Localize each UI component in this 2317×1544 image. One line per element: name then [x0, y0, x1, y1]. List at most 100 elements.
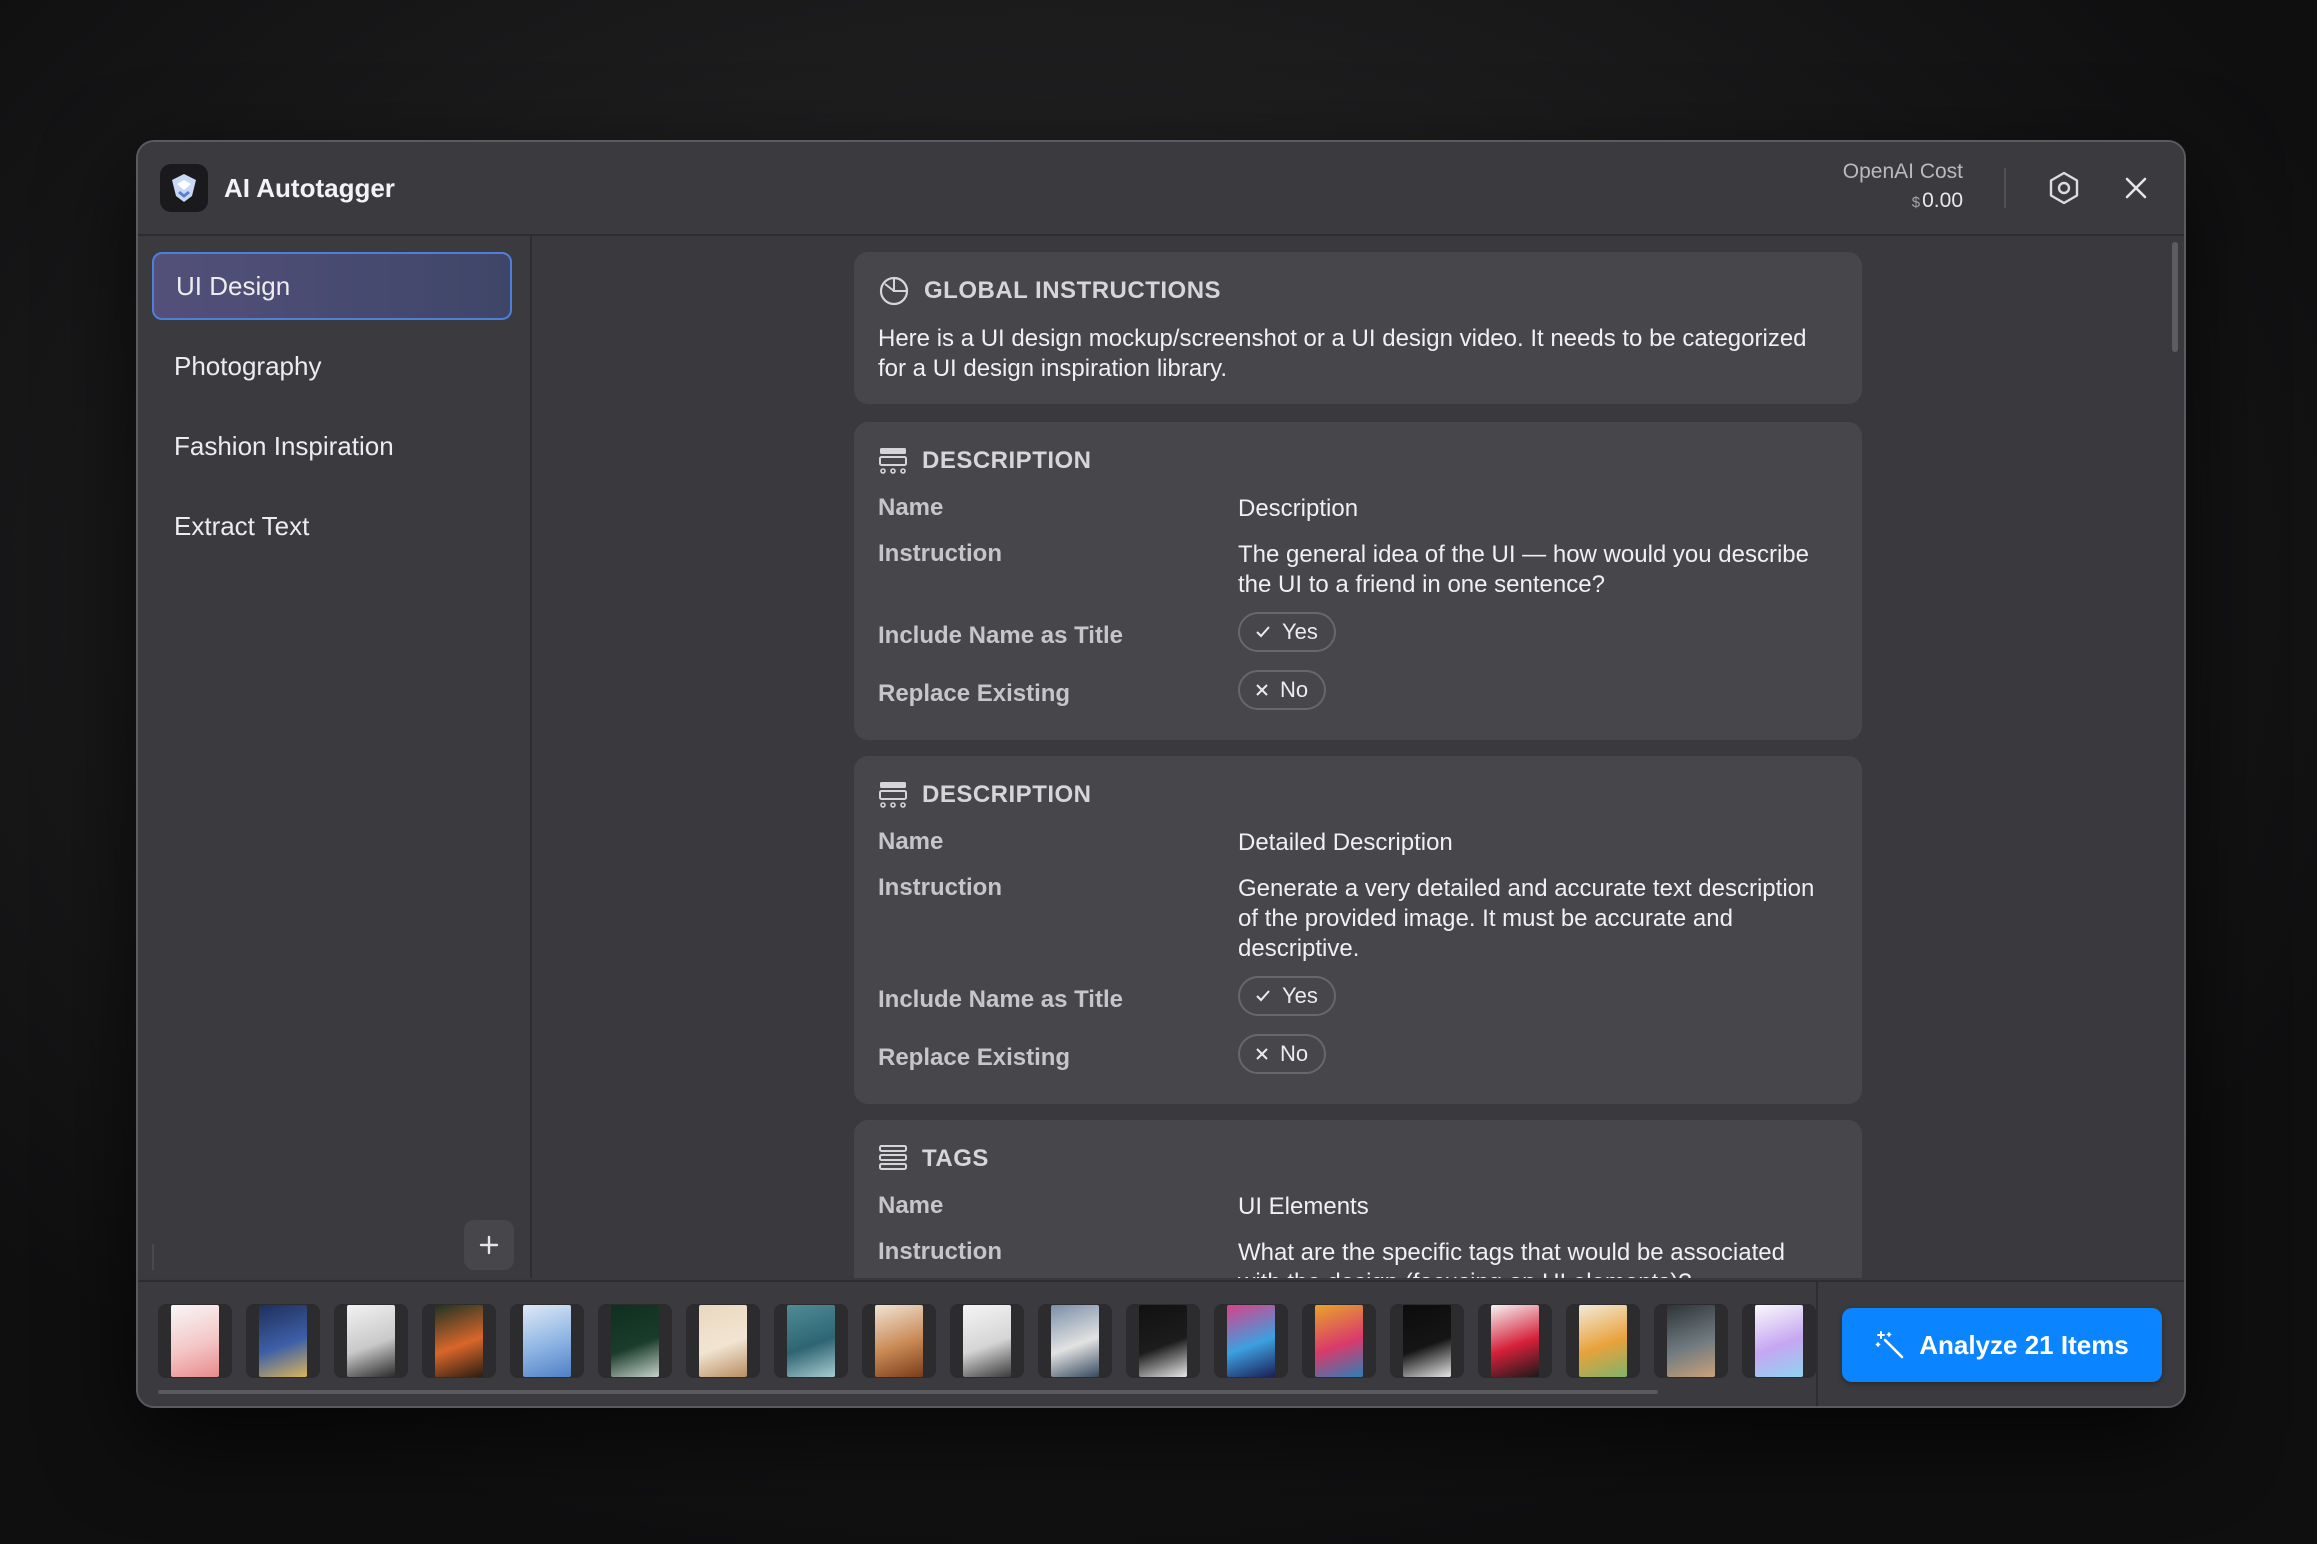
thumbnail-image [1051, 1305, 1099, 1377]
media-thumbnail[interactable] [510, 1304, 584, 1378]
check-icon [1256, 626, 1270, 638]
include-title-toggle[interactable]: Yes [1238, 612, 1336, 652]
bottom-bar: Analyze 21 Items [138, 1280, 2184, 1406]
app-logo-icon [160, 164, 208, 212]
analyze-button[interactable]: Analyze 21 Items [1842, 1308, 2162, 1382]
thumbnail-image [787, 1305, 835, 1377]
toggle-value: No [1280, 1041, 1309, 1066]
x-icon [1256, 684, 1268, 696]
thumbnail-image [699, 1305, 747, 1377]
card-title: TAGS [922, 1145, 989, 1172]
media-thumbnail[interactable] [950, 1304, 1024, 1378]
instruction-value: Generate a very detailed and accurate te… [1238, 875, 1815, 962]
media-thumbnail[interactable] [598, 1304, 672, 1378]
layout-list-icon [879, 1145, 907, 1170]
sidebar: UI Design Photography Fashion Inspiratio… [138, 236, 532, 1278]
media-thumbnail[interactable] [1742, 1304, 1816, 1378]
thumbnail-image [1491, 1305, 1539, 1377]
vertical-scrollbar[interactable] [2172, 242, 2178, 352]
include-title-toggle[interactable]: Yes [1238, 976, 1336, 1016]
thumbnail-image [171, 1305, 219, 1377]
replace-existing-label: Replace Existing [878, 1044, 1071, 1071]
app-title: AI Autotagger [224, 173, 395, 203]
thumbnail-image [875, 1305, 923, 1377]
include-title-label: Include Name as Title [878, 622, 1123, 649]
thumbnail-image [1227, 1305, 1275, 1377]
sidebar-divider [152, 1244, 154, 1270]
toggle-value: Yes [1282, 619, 1318, 644]
settings-button[interactable] [2040, 164, 2088, 212]
layout-list-icon [879, 448, 907, 474]
description-card: DESCRIPTION Name Description Instruction… [854, 422, 1862, 740]
thumbnail-image [611, 1305, 659, 1377]
title-bar: AI Autotagger OpenAI Cost $0.00 [138, 142, 2184, 236]
media-thumbnail[interactable] [1126, 1304, 1200, 1378]
sidebar-item-label: Extract Text [174, 510, 310, 541]
thumbnail-image [1667, 1305, 1715, 1377]
toggle-value: Yes [1282, 983, 1318, 1008]
add-preset-button[interactable] [464, 1220, 514, 1270]
global-instructions-card: GLOBAL INSTRUCTIONS Here is a UI design … [854, 252, 1862, 404]
clock-globe-icon [879, 276, 909, 306]
layout-list-icon [879, 782, 907, 808]
media-thumbnail[interactable] [334, 1304, 408, 1378]
thumbnail-image [1579, 1305, 1627, 1377]
global-instructions-text: Here is a UI design mockup/screenshot or… [878, 325, 1807, 382]
thumbnail-image [259, 1305, 307, 1377]
thumbnail-image [435, 1305, 483, 1377]
header-divider [2004, 168, 2006, 208]
x-icon [1256, 1048, 1268, 1060]
openai-cost-label: OpenAI Cost [1842, 160, 1963, 183]
media-thumbnail[interactable] [1302, 1304, 1376, 1378]
replace-existing-toggle[interactable]: No [1238, 1034, 1327, 1074]
toggle-value: No [1280, 677, 1309, 702]
media-thumbnail[interactable] [246, 1304, 320, 1378]
thumbnail-image [1139, 1305, 1187, 1377]
thumbnail-image [1755, 1305, 1803, 1377]
horizontal-scrollbar[interactable] [158, 1390, 1658, 1394]
replace-existing-label: Replace Existing [878, 680, 1071, 707]
media-thumbnail[interactable] [774, 1304, 848, 1378]
bottom-divider [1816, 1282, 1818, 1406]
close-icon [2125, 177, 2147, 199]
media-thumbnail[interactable] [1654, 1304, 1728, 1378]
sidebar-item-extract-text[interactable]: Extract Text [152, 492, 512, 560]
media-thumbnail[interactable] [158, 1304, 232, 1378]
name-label: Name [878, 1192, 944, 1219]
thumbnail-image [523, 1305, 571, 1377]
media-thumbnail[interactable] [1390, 1304, 1464, 1378]
name-label: Name [878, 828, 944, 855]
media-thumbnail[interactable] [1478, 1304, 1552, 1378]
instruction-label: Instruction [878, 874, 1002, 901]
thumbnail-strip[interactable] [158, 1304, 1818, 1380]
close-button[interactable] [2112, 164, 2160, 212]
thumbnail-image [1403, 1305, 1451, 1377]
sidebar-item-label: UI Design [176, 270, 291, 301]
thumbnail-image [963, 1305, 1011, 1377]
cost-amount: 0.00 [1922, 189, 1963, 212]
check-icon [1256, 990, 1270, 1002]
tags-card: TAGS Name UI Elements Instruction What a… [854, 1120, 1862, 1278]
thumbnail-image [1315, 1305, 1363, 1377]
sidebar-item-photography[interactable]: Photography [152, 332, 512, 400]
instruction-value: What are the specific tags that would be… [1238, 1239, 1785, 1278]
media-thumbnail[interactable] [1214, 1304, 1288, 1378]
name-label: Name [878, 494, 944, 521]
sidebar-item-fashion-inspiration[interactable]: Fashion Inspiration [152, 412, 512, 480]
analyze-button-label: Analyze 21 Items [1919, 1329, 2129, 1360]
thumbnail-image [347, 1305, 395, 1377]
openai-cost-value: $0.00 [1912, 189, 1963, 213]
main-content[interactable]: GLOBAL INSTRUCTIONS Here is a UI design … [532, 236, 2184, 1278]
sidebar-item-ui-design[interactable]: UI Design [152, 252, 512, 320]
app-window: AI Autotagger OpenAI Cost $0.00 UI Desig… [136, 140, 2186, 1408]
replace-existing-toggle[interactable]: No [1238, 670, 1327, 710]
media-thumbnail[interactable] [862, 1304, 936, 1378]
media-thumbnail[interactable] [686, 1304, 760, 1378]
name-value: UI Elements [1238, 1193, 1369, 1220]
media-thumbnail[interactable] [1038, 1304, 1112, 1378]
media-thumbnail[interactable] [422, 1304, 496, 1378]
magic-wand-icon [1875, 1331, 1904, 1359]
media-thumbnail[interactable] [1566, 1304, 1640, 1378]
instruction-label: Instruction [878, 540, 1002, 567]
card-title: GLOBAL INSTRUCTIONS [924, 277, 1222, 304]
